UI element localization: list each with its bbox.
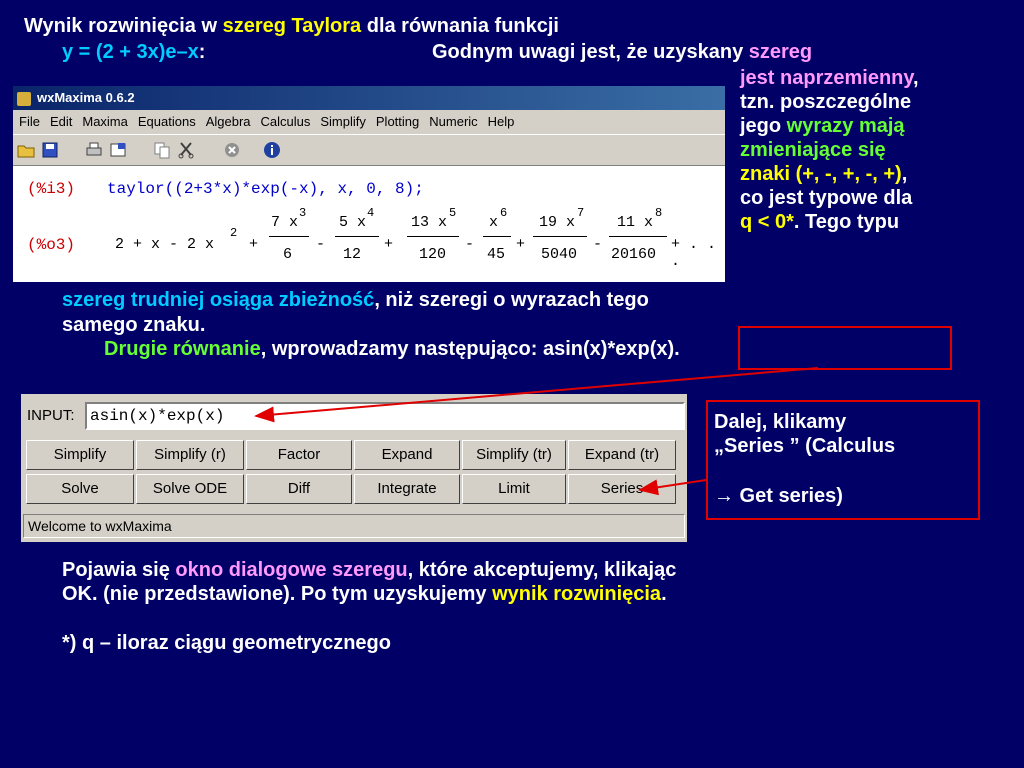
bottom-highlight: wynik rozwinięcia bbox=[492, 583, 662, 605]
bottom-text: , które akceptujemy, klikając bbox=[407, 559, 677, 581]
bottom-text: Pojawia się bbox=[62, 559, 176, 581]
footnote: *) q – iloraz ciągu geometrycznego bbox=[62, 632, 391, 654]
bottom-line1: Pojawia się okno dialogowe szeregu, któr… bbox=[62, 558, 676, 582]
arrow-to-series-button bbox=[638, 479, 707, 496]
bottom-text: OK. (nie przedstawione). Po tym uzyskuje… bbox=[62, 583, 493, 605]
bottom-line2: OK. (nie przedstawione). Po tym uzyskuje… bbox=[62, 582, 667, 606]
arrow-to-input-field bbox=[254, 367, 819, 423]
bottom-text: . bbox=[661, 583, 667, 605]
bottom-highlight: okno dialogowe szeregu bbox=[175, 559, 408, 581]
